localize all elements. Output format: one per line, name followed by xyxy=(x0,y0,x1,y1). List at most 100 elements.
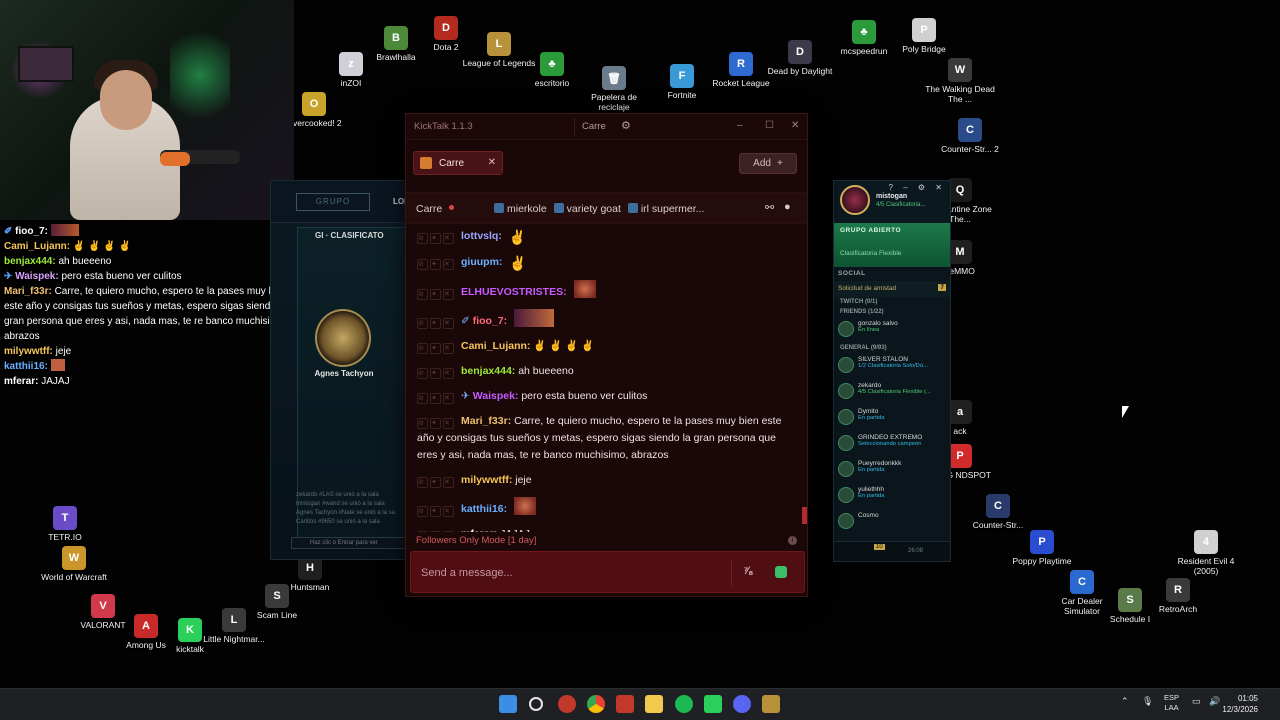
mod-action-icon[interactable]: ✦ xyxy=(430,368,441,379)
lobby-chat-input[interactable]: Haz clic o Entrar para ver xyxy=(291,537,411,549)
mod-actions[interactable]: ⊘✦✕ xyxy=(417,286,458,300)
group-friends[interactable]: FRIENDS (1/22) xyxy=(834,307,950,317)
mod-action-icon[interactable]: ✦ xyxy=(430,343,441,354)
mod-action-icon[interactable]: ⊘ xyxy=(417,343,428,354)
mod-actions[interactable]: ⊘✦✕ xyxy=(417,365,458,379)
grupo-button[interactable]: GRUPO xyxy=(296,193,370,211)
kick-emote-icon[interactable]: ⅞ xyxy=(743,565,752,577)
mod-actions[interactable]: ⊘✦✕ xyxy=(417,390,458,404)
chat-username[interactable]: benjax444: xyxy=(461,365,518,377)
desktop-icon[interactable]: W World of Warcraft xyxy=(36,546,112,582)
chat-message[interactable]: ⊘ ✦ ✕ lottvslq: ✌ xyxy=(406,224,809,250)
friend-row[interactable]: zekardo 4/5 Clasificatoria Flexible (... xyxy=(834,379,950,405)
pinned-user[interactable]: mierkole xyxy=(507,203,547,215)
kicktalk-window[interactable]: KickTalk 1.1.3 Carre ⚙ – ☐ ✕ Carre ✕ Add… xyxy=(405,113,808,597)
desktop-icon[interactable]: W The Walking Dead The ... xyxy=(922,58,998,104)
mod-action-icon[interactable]: ✕ xyxy=(443,289,454,300)
friend-row[interactable]: Pueyrredonkkk En partida xyxy=(834,457,950,483)
maximize-icon[interactable]: ☐ xyxy=(765,120,774,131)
mod-action-icon[interactable]: ✦ xyxy=(430,318,441,329)
chat-username[interactable]: ELHUEVOSTRISTES: xyxy=(461,286,570,298)
language-indicator[interactable]: ESP LAA xyxy=(1164,693,1179,713)
spotify-icon[interactable] xyxy=(675,695,693,713)
mod-action-icon[interactable]: ✦ xyxy=(430,506,441,517)
chat-message[interactable]: ⊘ ✦ ✕ milywwtff: jeje xyxy=(406,468,809,493)
mod-action-icon[interactable]: ✕ xyxy=(443,233,454,244)
mod-actions[interactable]: ⊘✦✕ xyxy=(417,315,458,329)
app-icon[interactable] xyxy=(558,695,576,713)
mod-action-icon[interactable]: ⊘ xyxy=(417,318,428,329)
lol-client-window[interactable]: GRUPO LOL GI · CLASIFICATO Agnes Tachyon… xyxy=(270,180,413,560)
mod-actions[interactable]: ⊘✦✕ xyxy=(417,474,458,488)
desktop-icon[interactable]: P Poly Bridge xyxy=(886,18,962,54)
chat-messages[interactable]: ⊘ ✦ ✕ lottvslq: ✌ ⊘ ✦ ✕ giuupm: ✌ ⊘ ✦ ✕ ELHUEVOSTRI… xyxy=(406,224,809,532)
friend-request-row[interactable]: Solicitud de amistad 7 xyxy=(834,281,950,297)
mod-action-icon[interactable]: ✦ xyxy=(430,477,441,488)
mod-action-icon[interactable]: ⊘ xyxy=(417,418,428,429)
chat-message[interactable]: ⊘ ✦ ✕ Mari_f33r: Carre, te quiero mucho, es… xyxy=(406,409,809,468)
mod-action-icon[interactable]: ✕ xyxy=(443,318,454,329)
mod-action-icon[interactable]: ⊘ xyxy=(417,289,428,300)
mod-action-icon[interactable]: ⊘ xyxy=(417,477,428,488)
windows-start-icon[interactable] xyxy=(499,695,517,713)
chat-username[interactable]: fioo_7: xyxy=(473,315,510,327)
chat-message[interactable]: ⊘ ✦ ✕ ELHUEVOSTRISTES: xyxy=(406,276,809,305)
chat-message[interactable]: ⊘ ✦ ✕ giuupm: ✌ xyxy=(406,250,809,276)
desktop-icon[interactable]: C Counter-Str... 2 xyxy=(932,118,1008,154)
titlebar[interactable]: KickTalk 1.1.3 Carre ⚙ – ☐ ✕ xyxy=(406,114,807,140)
volume-icon[interactable]: 🔊 xyxy=(1209,696,1220,707)
pinned-user[interactable]: irl supermer... xyxy=(641,203,705,215)
mod-action-icon[interactable]: ✕ xyxy=(443,343,454,354)
chevron-up-icon[interactable]: ⌃ xyxy=(1121,696,1129,707)
link-icon[interactable]: ⚯ xyxy=(765,201,774,214)
discord-icon[interactable] xyxy=(733,695,751,713)
scrollbar-thumb[interactable] xyxy=(802,507,807,524)
chat-message[interactable]: ⊘ ✦ ✕ Cami_Lujann: ✌ ✌ ✌ ✌ xyxy=(406,334,809,359)
desktop-icon[interactable]: T TETR.IO xyxy=(27,506,103,542)
clock[interactable]: 01:05 12/3/2026 xyxy=(1222,693,1258,715)
window-controls[interactable]: ? – ⚙ ✕ xyxy=(889,183,946,192)
chat-message[interactable]: ⊘✦✕mferar: JAJAJ xyxy=(406,522,809,532)
mod-actions[interactable]: ⊘✦✕ xyxy=(417,340,458,354)
search-icon[interactable] xyxy=(529,697,543,711)
mod-action-icon[interactable]: ⊘ xyxy=(417,506,428,517)
group-card[interactable]: GRUPO ABIERTO Clasificatoria Flexible xyxy=(834,223,950,267)
desktop-icon[interactable]: 🗑 Papelera de reciclaje xyxy=(576,66,652,112)
app-icon[interactable] xyxy=(616,695,634,713)
mod-action-icon[interactable]: ✕ xyxy=(443,368,454,379)
mod-actions[interactable]: ⊘✦✕ xyxy=(417,503,458,517)
chat-username[interactable]: Waispek: xyxy=(473,390,522,402)
friend-row[interactable]: Cosmo xyxy=(834,509,950,535)
message-input[interactable] xyxy=(421,563,721,583)
kicktalk-icon[interactable] xyxy=(704,695,722,713)
mod-actions[interactable]: ⊘✦✕ xyxy=(417,415,458,429)
mod-action-icon[interactable]: ✕ xyxy=(443,418,454,429)
mod-action-icon[interactable]: ⊘ xyxy=(417,368,428,379)
group-twitch[interactable]: TWITCH (0/1) xyxy=(834,297,950,307)
chat-message[interactable]: ⊘ ✦ ✕ ✐ fioo_7: xyxy=(406,305,809,334)
tab-carre[interactable]: Carre ✕ xyxy=(413,151,503,175)
mod-action-icon[interactable]: ✦ xyxy=(430,289,441,300)
chrome-icon[interactable] xyxy=(587,695,605,713)
mod-action-icon[interactable]: ✦ xyxy=(430,233,441,244)
close-icon[interactable]: ✕ xyxy=(791,120,799,131)
chat-username[interactable]: lottvslq: xyxy=(461,230,505,242)
microphone-icon[interactable]: 🎙 xyxy=(1142,696,1153,707)
add-tab-button[interactable]: Add + xyxy=(739,153,797,174)
profile-avatar[interactable] xyxy=(840,185,870,215)
desktop-icon[interactable]: C Counter-Str... xyxy=(960,494,1036,530)
chat-username[interactable]: katthii16: xyxy=(461,503,510,515)
mod-action-icon[interactable]: ⊘ xyxy=(417,233,428,244)
chat-username[interactable]: Cami_Lujann: xyxy=(461,340,533,352)
file-explorer-icon[interactable] xyxy=(645,695,663,713)
mod-action-icon[interactable]: ✕ xyxy=(443,393,454,404)
friend-row[interactable]: Dymito En partida xyxy=(834,405,950,431)
chat-message[interactable]: ⊘ ✦ ✕ benjax444: ah bueeeno xyxy=(406,359,809,384)
chat-message[interactable]: ⊘ ✦ ✕ ✈ Waispek: pero esta bueno ver culito… xyxy=(406,384,809,409)
pinned-user[interactable]: variety goat xyxy=(567,203,621,215)
chat-message[interactable]: ⊘ ✦ ✕ katthii16: xyxy=(406,493,809,522)
mod-actions[interactable]: ⊘✦✕ xyxy=(417,256,458,270)
mod-action-icon[interactable]: ⊘ xyxy=(417,393,428,404)
user-icon[interactable]: ● xyxy=(784,201,791,213)
mod-action-icon[interactable]: ✦ xyxy=(430,418,441,429)
